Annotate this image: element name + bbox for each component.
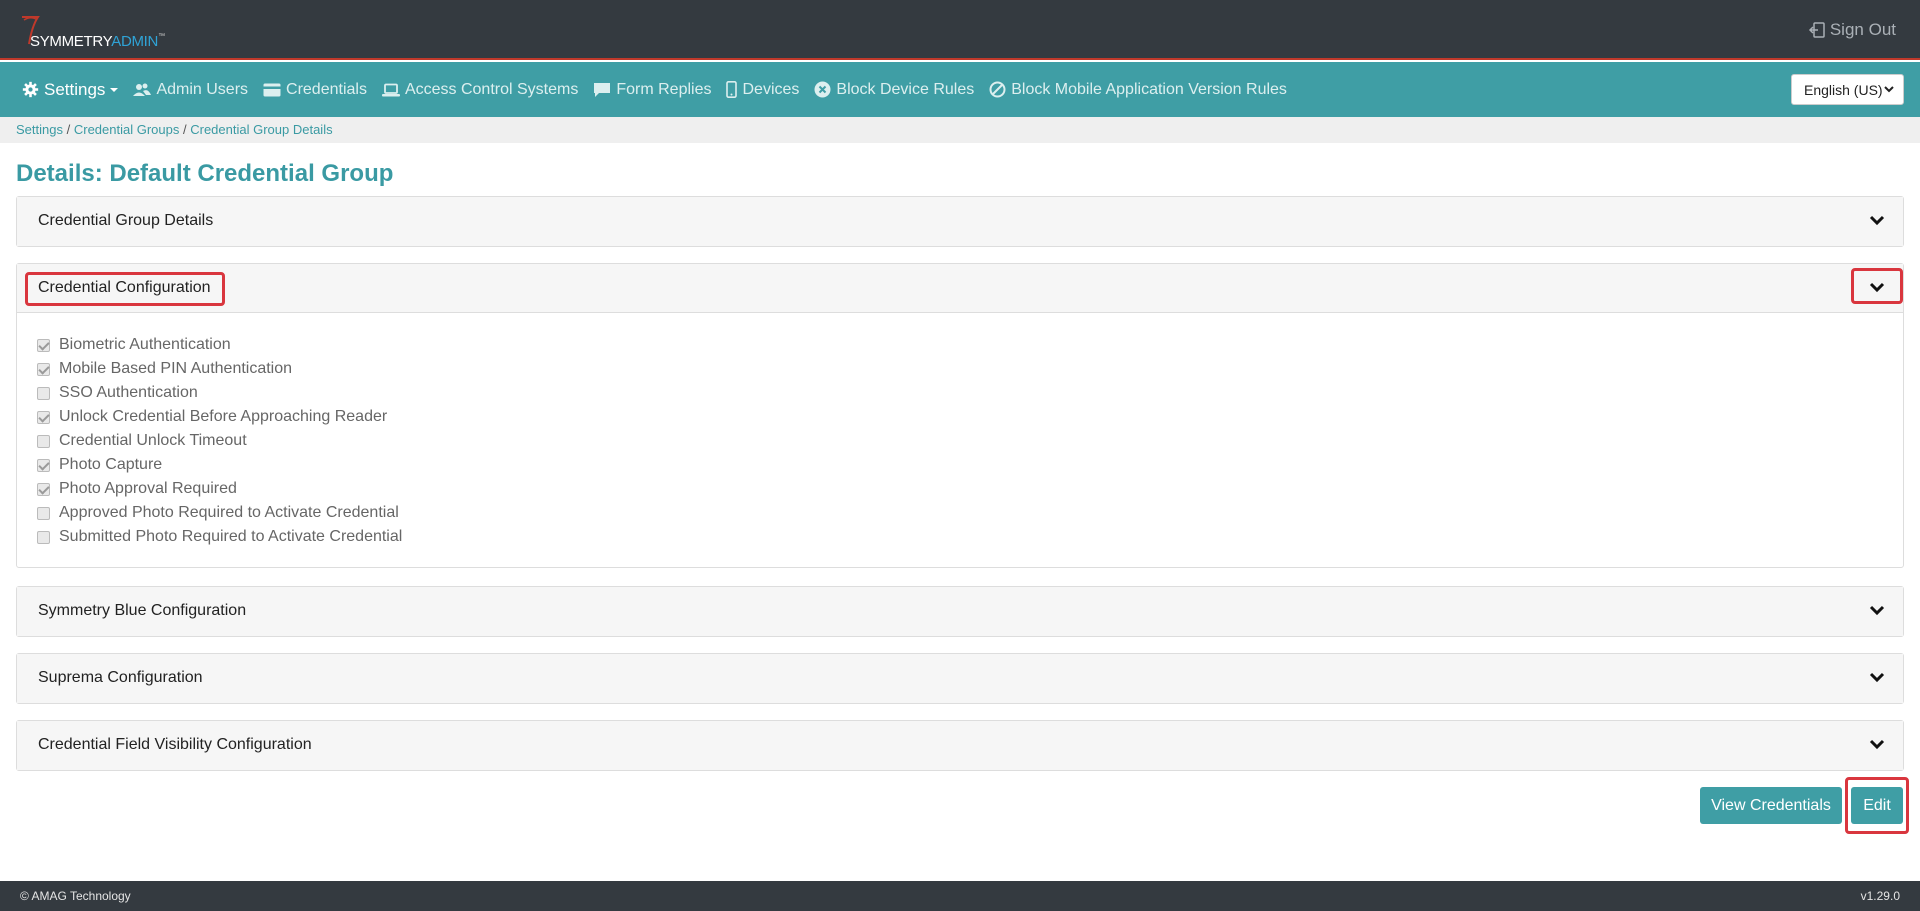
nav-credentials-label: Credentials — [286, 80, 367, 98]
nav-block-device-rules[interactable]: Block Device Rules — [814, 81, 974, 99]
caret-down-icon — [110, 87, 119, 92]
option-label: Photo Approval Required — [59, 480, 237, 497]
nav-block-mobile-app-version-rules-label: Block Mobile Application Version Rules — [1011, 80, 1287, 98]
breadcrumb-settings[interactable]: Settings — [16, 122, 63, 137]
footer: © AMAG Technology v1.29.0 — [0, 881, 1920, 911]
option-credential-unlock-timeout: Credential Unlock Timeout — [37, 429, 1883, 453]
breadcrumb-separator: / — [182, 122, 187, 137]
main-navbar: Settings Admin Users Credentials Access … — [0, 62, 1920, 117]
option-label: Unlock Credential Before Approaching Rea… — [59, 408, 388, 425]
panel-title: Suprema Configuration — [38, 669, 203, 686]
highlight-box — [1845, 777, 1909, 834]
chevron-down-icon[interactable] — [1869, 212, 1885, 228]
logo-text-accent: ADMIN — [111, 33, 159, 50]
highlight-box — [25, 272, 225, 306]
nav-settings[interactable]: Settings — [22, 79, 119, 100]
sign-out-link[interactable]: Sign Out — [1808, 20, 1896, 40]
option-label: Approved Photo Required to Activate Cred… — [59, 504, 399, 521]
option-label: Biometric Authentication — [59, 336, 231, 353]
credit-card-icon — [263, 83, 281, 96]
nav-block-mobile-app-version-rules[interactable]: Block Mobile Application Version Rules — [989, 81, 1287, 99]
option-label: Photo Capture — [59, 456, 163, 473]
times-circle-icon — [814, 81, 831, 98]
nav-form-replies[interactable]: Form Replies — [593, 81, 711, 99]
checkbox — [37, 338, 50, 352]
checkbox — [37, 410, 50, 424]
checkbox — [37, 482, 50, 496]
option-sso-authentication: SSO Authentication — [37, 381, 1883, 405]
breadcrumb-credential-group-details[interactable]: Credential Group Details — [190, 122, 332, 137]
logo-tm: ™ — [158, 33, 165, 40]
nav-admin-users[interactable]: Admin Users — [133, 81, 248, 99]
option-submitted-photo-required: Submitted Photo Required to Activate Cre… — [37, 525, 1883, 549]
breadcrumb-separator: / — [66, 122, 71, 137]
nav-block-device-rules-label: Block Device Rules — [836, 80, 975, 98]
footer-copyright: © AMAG Technology — [20, 889, 131, 903]
comment-icon — [594, 82, 611, 97]
page-title: Details: Default Credential Group — [16, 160, 394, 187]
panel-header-credential-group-details[interactable]: Credential Group Details — [17, 197, 1903, 246]
chevron-down-icon[interactable] — [1869, 736, 1885, 752]
panel-credential-field-visibility: Credential Field Visibility Configuratio… — [16, 720, 1904, 771]
ban-icon — [989, 81, 1006, 98]
option-mobile-pin-authentication: Mobile Based PIN Authentication — [37, 357, 1883, 381]
option-photo-approval-required: Photo Approval Required — [37, 477, 1883, 501]
panel-header-symmetry-blue-configuration[interactable]: Symmetry Blue Configuration — [17, 587, 1903, 636]
checkbox — [37, 458, 50, 472]
credential-configuration-options: Biometric Authentication Mobile Based PI… — [17, 313, 1903, 567]
option-label: Submitted Photo Required to Activate Cre… — [59, 528, 403, 545]
panel-header-suprema-configuration[interactable]: Suprema Configuration — [17, 654, 1903, 703]
logo-text-main: SYMMETRY — [30, 33, 112, 50]
option-label: Mobile Based PIN Authentication — [59, 360, 293, 377]
checkbox — [37, 362, 50, 376]
nav-access-control-systems[interactable]: Access Control Systems — [381, 80, 579, 99]
panel-title: Symmetry Blue Configuration — [38, 602, 247, 619]
option-photo-capture: Photo Capture — [37, 453, 1883, 477]
option-label: SSO Authentication — [59, 384, 198, 401]
laptop-icon — [381, 83, 400, 96]
footer-version: v1.29.0 — [1860, 889, 1900, 903]
checkbox — [37, 506, 50, 520]
nav-admin-users-label: Admin Users — [156, 80, 249, 98]
users-icon — [133, 83, 152, 96]
panel-title: Credential Field Visibility Configuratio… — [38, 736, 312, 753]
nav-access-control-systems-label: Access Control Systems — [404, 80, 579, 98]
chevron-down-icon[interactable] — [1869, 669, 1885, 685]
option-approved-photo-required: Approved Photo Required to Activate Cred… — [37, 501, 1883, 525]
highlight-box — [1851, 268, 1903, 304]
mobile-icon — [726, 81, 738, 98]
nav-settings-label: Settings — [44, 79, 106, 99]
panel-header-credential-configuration[interactable]: Credential Configuration — [17, 264, 1903, 313]
nav-devices[interactable]: Devices — [726, 81, 799, 99]
option-unlock-before-reader: Unlock Credential Before Approaching Rea… — [37, 405, 1883, 429]
language-select[interactable]: English (US) — [1791, 74, 1904, 105]
panel-header-credential-field-visibility[interactable]: Credential Field Visibility Configuratio… — [17, 721, 1903, 770]
panel-title: Credential Group Details — [38, 212, 214, 229]
symmetry-admin-logo[interactable]: SYMMETRYADMIN™ — [20, 14, 220, 50]
panel-credential-configuration: Credential Configuration Biometric Authe… — [16, 263, 1904, 568]
checkbox — [37, 434, 50, 448]
sign-out-label: Sign Out — [1829, 20, 1896, 39]
nav-form-replies-label: Form Replies — [616, 80, 712, 98]
panel-symmetry-blue-configuration: Symmetry Blue Configuration — [16, 586, 1904, 637]
breadcrumb-credential-groups[interactable]: Credential Groups — [74, 122, 180, 137]
top-header: SYMMETRYADMIN™ Sign Out — [0, 0, 1920, 60]
option-label: Credential Unlock Timeout — [59, 432, 247, 449]
option-biometric-authentication: Biometric Authentication — [37, 333, 1883, 357]
sign-out-icon — [1808, 22, 1825, 38]
gear-icon — [22, 81, 39, 98]
breadcrumb: Settings / Credential Groups / Credentia… — [0, 117, 1920, 143]
language-select-value: English (US) — [1804, 81, 1883, 98]
nav-credentials[interactable]: Credentials — [263, 81, 367, 99]
panel-credential-group-details: Credential Group Details — [16, 196, 1904, 247]
chevron-down-icon[interactable] — [1869, 602, 1885, 618]
view-credentials-button[interactable]: View Credentials — [1700, 787, 1842, 824]
nav-devices-label: Devices — [742, 80, 800, 98]
checkbox — [37, 530, 50, 544]
checkbox — [37, 386, 50, 400]
panel-suprema-configuration: Suprema Configuration — [16, 653, 1904, 704]
chevron-down-icon — [1884, 86, 1894, 93]
